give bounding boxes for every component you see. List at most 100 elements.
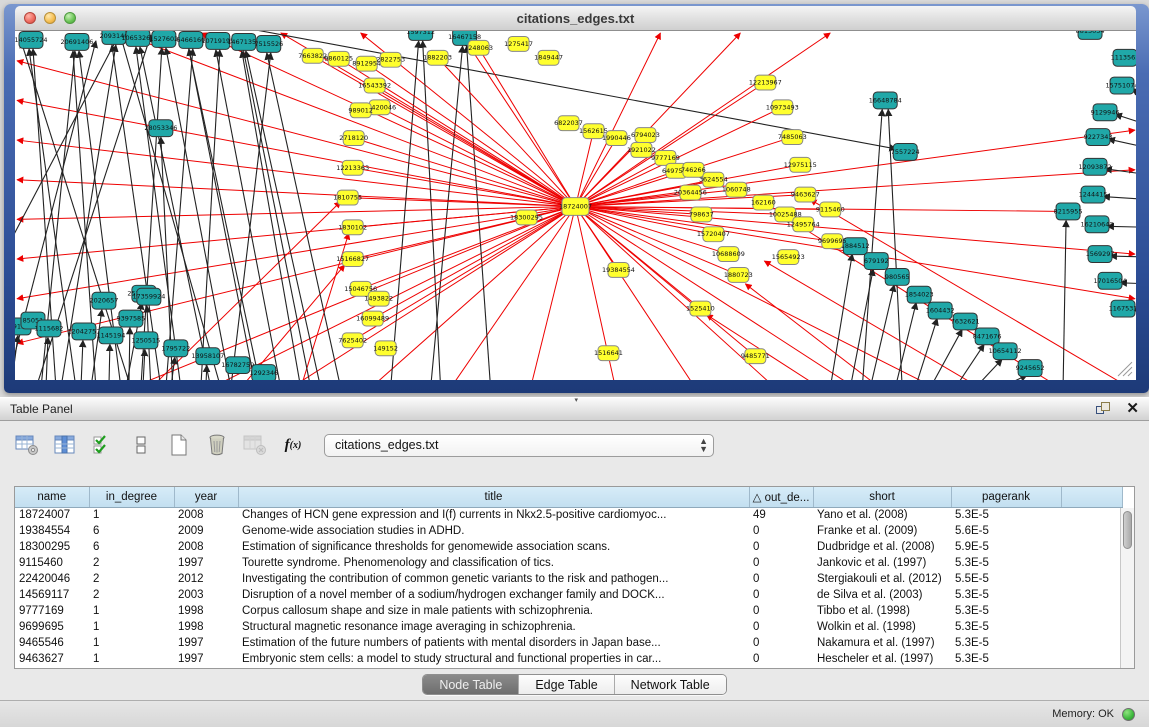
column-header-name[interactable]: name [15,487,89,507]
graph-node-label: 15166827 [336,255,369,263]
graph-node-label: 9115460 [816,205,845,213]
function-builder-icon[interactable]: f(x) [280,432,306,458]
red-edge [531,206,576,380]
row-checks-icon[interactable] [90,432,116,458]
graph-node-label: 1880723 [724,271,753,279]
graph-node-label: 1921022 [627,146,656,154]
graph-node-label: 1604432 [926,307,955,315]
red-edge [241,265,345,380]
graph-node-label: 2718120 [339,134,368,142]
black-edge [955,344,984,380]
red-edge [17,180,576,207]
graph-node-label: 16782759 [221,361,254,369]
graph-node-label: 8813054 [1076,31,1105,35]
float-panel-icon[interactable] [1096,402,1112,416]
graph-node-label: 1493822 [364,295,393,303]
window-titlebar[interactable]: citations_edges.txt [15,6,1136,31]
black-edge [431,46,463,380]
black-edge [975,359,1002,380]
graph-node-label: 7557224 [891,148,920,156]
red-edge [576,131,594,206]
graph-node-label: 1527602 [149,35,178,43]
red-edge [764,261,980,380]
graph-node-label: 980565 [885,273,910,281]
table-panel: ▾ Table Panel ✕ f(x) citation [0,397,1149,727]
graph-node-label: 989012 [348,106,373,114]
graph-node-label: 10688609 [712,250,745,258]
table-settings-icon[interactable] [14,432,40,458]
table-row[interactable]: 1456911722003Disruption of a novel membe… [15,587,1122,603]
table-vertical-scrollbar[interactable] [1120,508,1134,668]
graph-node-label: 1060748 [722,186,751,194]
column-header-pagerank[interactable]: pagerank [951,487,1061,507]
graph-node-label: 15720407 [697,230,730,238]
table-row[interactable]: 977716911998Corpus callosum shape and si… [15,603,1122,619]
graph-node-label: 16467158 [448,33,481,41]
column-header-gutter[interactable] [1061,487,1122,507]
graph-node-label: 1167533 [1109,305,1136,313]
graph-node-label: 1569297 [1086,250,1115,258]
graph-node-label: 12975115 [784,161,817,169]
scrollbar-thumb[interactable] [1123,511,1132,549]
splitter-handle-icon[interactable]: ▾ [575,399,585,403]
table-panel-title: Table Panel [10,402,73,416]
close-panel-icon[interactable]: ✕ [1126,402,1139,416]
black-edge [109,344,110,380]
graph-node-label: 16543392 [358,82,391,90]
column-header-year[interactable]: year [174,487,238,507]
graph-node-label: 3624554 [699,176,728,184]
network-canvas[interactable]: 1405572420691406209314010653267152760264… [15,31,1136,380]
black-edge [267,53,341,380]
graph-node-label: 7632621 [951,318,980,326]
graph-node-label: 1810755 [333,194,362,202]
node-table-grid: namein_degreeyeartitle△ out_de...shortpa… [15,487,1123,667]
graph-node-label: 7663822 [298,52,327,60]
graph-node-label: 1990446 [602,134,631,142]
table-tabs-row: Node TableEdge TableNetwork Table [0,674,1149,695]
graph-node-label: 798637 [689,210,714,218]
delete-rows-icon[interactable] [204,432,230,458]
table-row[interactable]: 2242004622012Investigating the contribut… [15,571,1122,587]
graph-node-label: 679192 [864,257,889,265]
tab-node-table[interactable]: Node Table [423,675,519,694]
table-row[interactable]: 969969511998Structural magnetic resonanc… [15,619,1122,635]
graph-node-label: 2020657 [89,297,118,305]
graph-node-label: 1849447 [534,54,563,62]
graph-node-label: 162160 [751,199,776,207]
network-svg[interactable]: 1405572420691406209314010653267152760264… [15,31,1136,380]
graph-node-label: 1830102 [338,223,367,231]
resize-grip-icon [1118,362,1132,376]
graph-node-label: 1525410 [686,305,715,313]
graph-node-label: 2248063 [464,44,493,52]
table-row[interactable]: 1872400712008Changes of HCN gene express… [15,507,1122,523]
graph-node-label: 17359924 [132,293,165,301]
black-edge [1103,197,1136,200]
table-row[interactable]: 1830029562008Estimation of significance … [15,539,1122,555]
table-panel-titlebar[interactable]: ▾ Table Panel ✕ [0,397,1149,421]
graph-node-label: 1113565 [1111,54,1136,62]
red-edge [361,206,576,288]
table-row[interactable]: 1938455462009Genome-wide association stu… [15,523,1122,539]
graph-node-label: 1854023 [905,291,934,299]
black-edge [15,35,119,259]
graph-node-label: 1250515 [131,336,160,344]
delete-table-icon [242,432,268,458]
rows-icon[interactable] [128,432,154,458]
table-row[interactable]: 911546021997Tourette syndrome. Phenomeno… [15,555,1122,571]
column-header-out_de...[interactable]: △ out_de... [749,487,813,507]
table-header-row: namein_degreeyeartitle△ out_de...shortpa… [15,487,1122,507]
graph-node-label: 7515526 [254,40,283,48]
graph-node-label: 14055724 [15,36,47,44]
graph-node-label: 1145194 [96,331,125,339]
new-table-icon[interactable] [166,432,192,458]
table-row[interactable]: 946554611997Estimation of the future num… [15,635,1122,651]
select-columns-icon[interactable] [52,432,78,458]
column-header-in_degree[interactable]: in_degree [89,487,174,507]
tab-network-table[interactable]: Network Table [615,675,726,694]
column-header-short[interactable]: short [813,487,951,507]
tab-edge-table[interactable]: Edge Table [519,675,614,694]
graph-node-label: 9129946 [1091,108,1120,116]
table-selector-dropdown[interactable]: citations_edges.txt ▲▼ [324,434,714,457]
column-header-title[interactable]: title [238,487,749,507]
table-row[interactable]: 946362711997Embryonic stem cells: a mode… [15,651,1122,667]
